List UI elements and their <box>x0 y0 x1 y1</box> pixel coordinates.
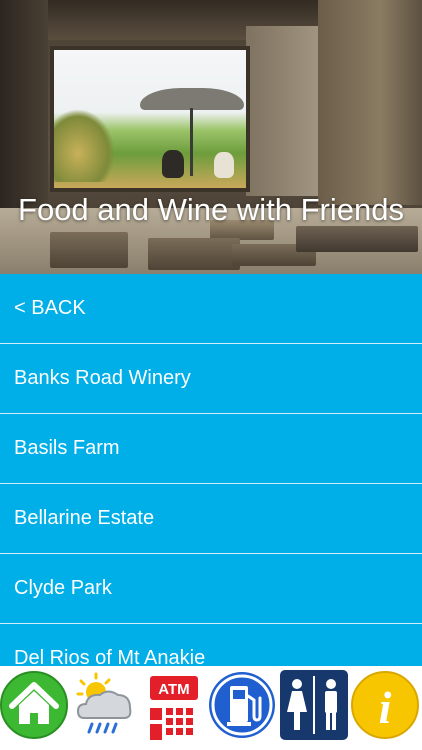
svg-text:ATM: ATM <box>158 681 189 698</box>
home-icon <box>0 671 68 739</box>
fuel-icon <box>209 672 275 738</box>
list-item[interactable]: Del Rios of Mt Anakie <box>0 624 422 666</box>
atm-icon: ATM <box>150 676 198 740</box>
hero-window-reveal <box>246 26 318 196</box>
winery-list[interactable]: < BACK Banks Road Winery Basils Farm Bel… <box>0 274 422 666</box>
toilets-button[interactable] <box>280 668 348 742</box>
svg-text:i: i <box>379 682 392 733</box>
info-button[interactable]: i <box>350 668 419 742</box>
list-item[interactable]: Clyde Park <box>0 554 422 624</box>
hero-person <box>214 152 234 178</box>
list-item[interactable]: Bellarine Estate <box>0 484 422 554</box>
hero-menu-book <box>148 238 240 270</box>
home-button[interactable] <box>0 668 68 742</box>
hero-umbrella <box>140 88 244 110</box>
hero-person <box>162 150 184 178</box>
fuel-button[interactable] <box>208 668 276 742</box>
weather-icon <box>76 672 132 734</box>
weather-button[interactable] <box>70 668 138 742</box>
hero-image: Food and Wine with Friends <box>0 0 422 274</box>
toilets-icon <box>280 670 348 740</box>
atm-button[interactable]: ATM <box>140 668 208 742</box>
hero-umbrella-pole <box>190 108 193 176</box>
info-icon: i <box>351 671 419 739</box>
list-item[interactable]: Basils Farm <box>0 414 422 484</box>
bottom-toolbar: ATM i <box>0 666 422 750</box>
hero-wall-right <box>318 0 422 205</box>
hero-shrub <box>54 110 114 182</box>
back-button[interactable]: < BACK <box>0 274 422 344</box>
hero-menu-book <box>50 232 128 268</box>
page-title: Food and Wine with Friends <box>18 192 404 227</box>
list-item[interactable]: Banks Road Winery <box>0 344 422 414</box>
